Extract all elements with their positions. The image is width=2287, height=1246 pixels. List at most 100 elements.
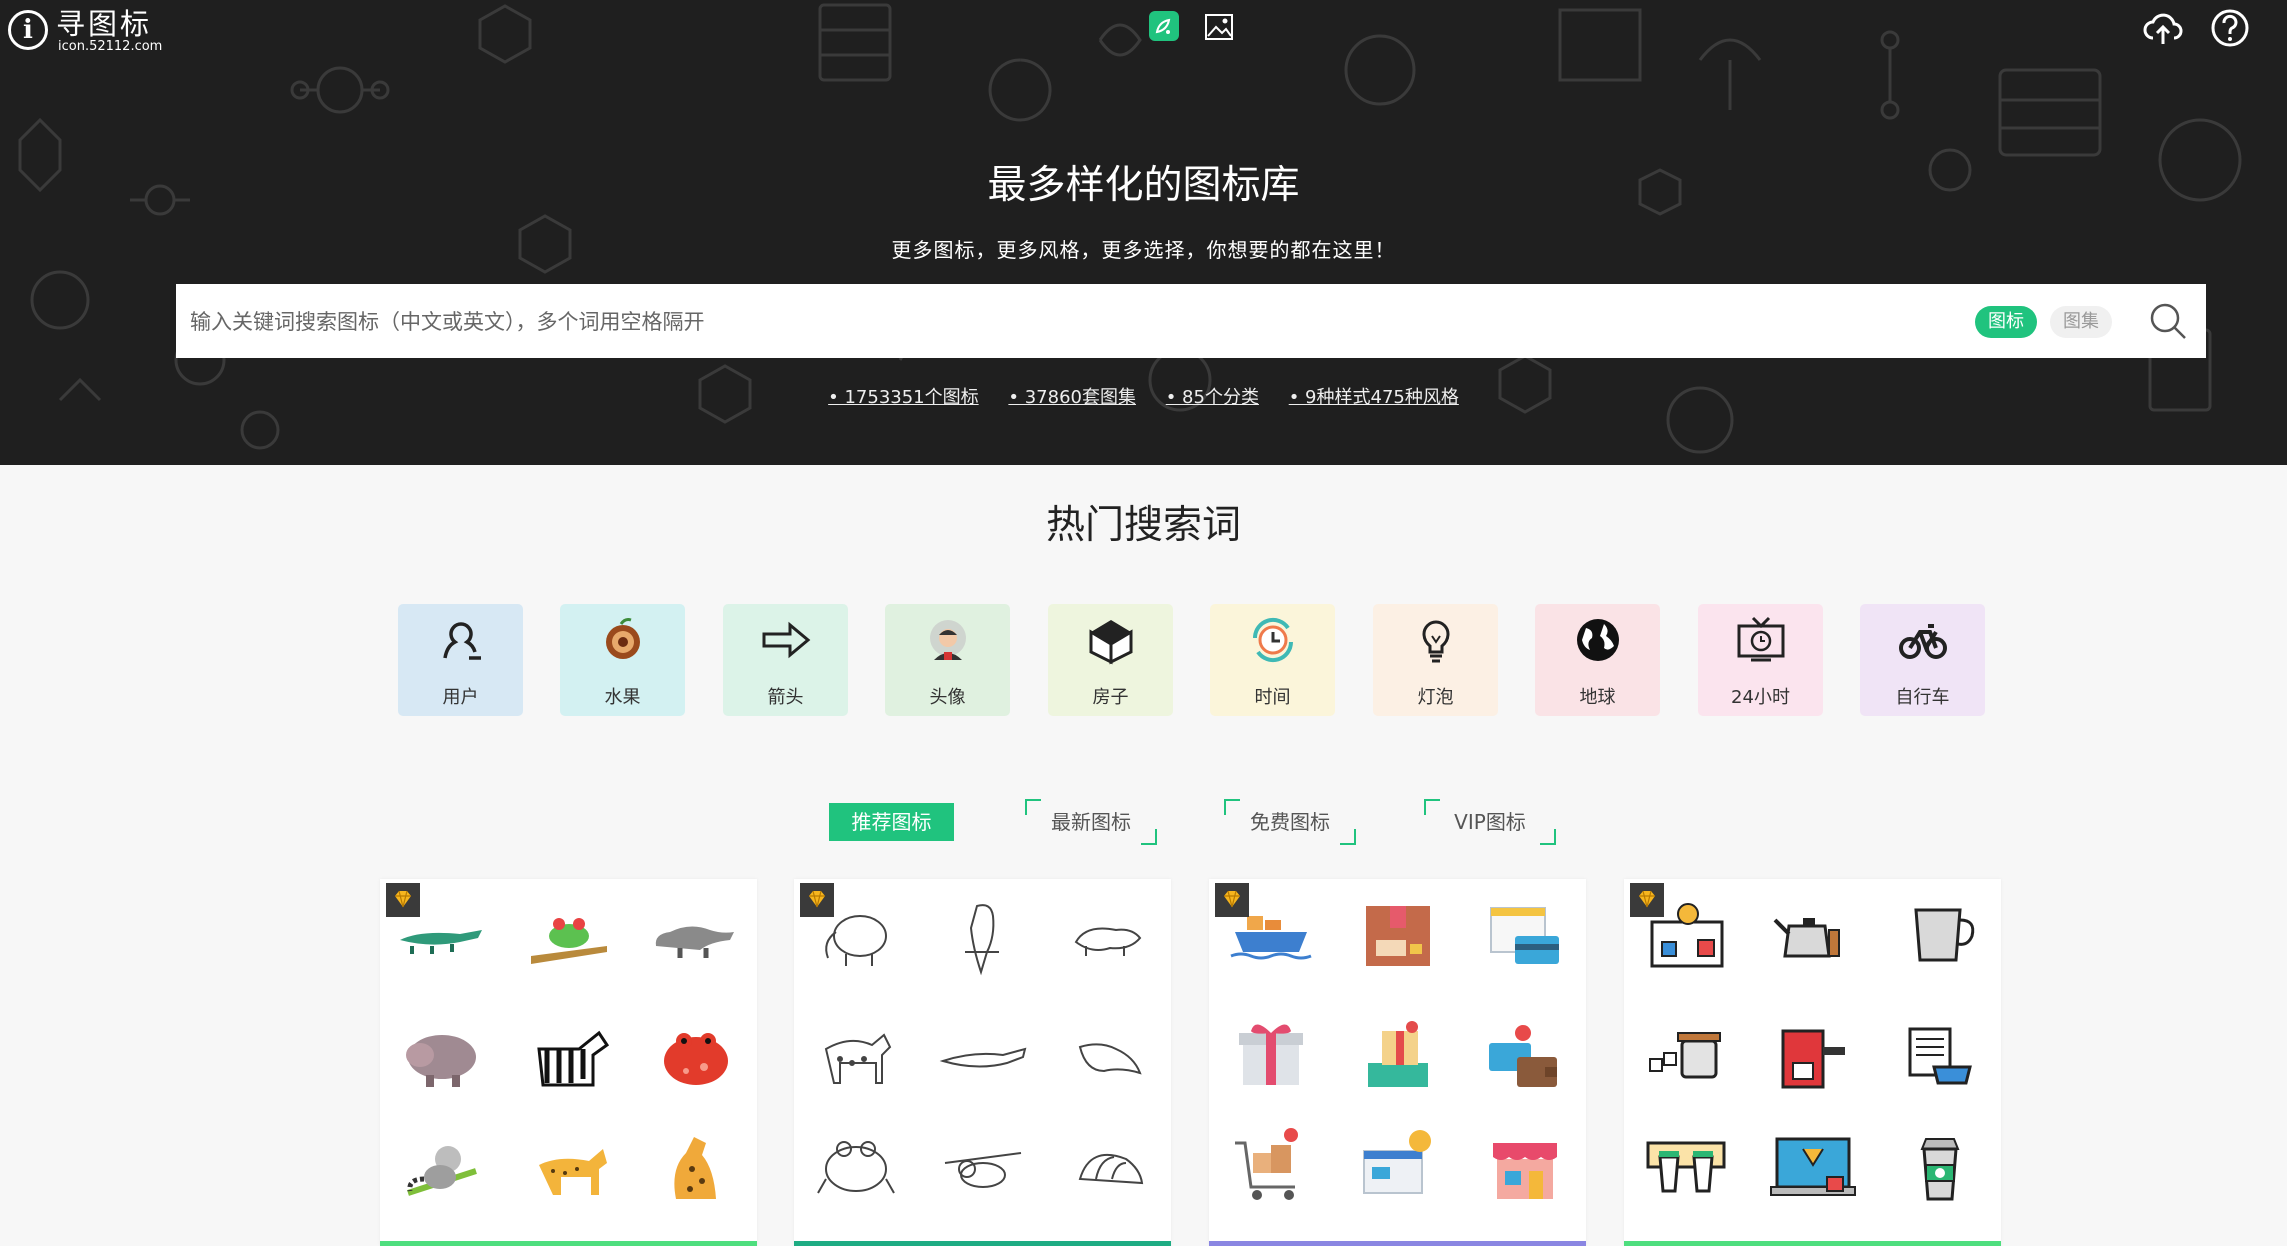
globe-icon (1577, 619, 1619, 661)
stat-sets-count[interactable]: • 37860套图集 (1008, 383, 1136, 409)
tab-free[interactable]: 免费图标 (1224, 799, 1356, 845)
milk-jug-icon (1914, 908, 1975, 962)
hot-item-avatar[interactable]: 头像 (885, 604, 1010, 716)
red-frog-icon (664, 1033, 728, 1085)
bicycle-icon (1899, 624, 1947, 659)
stat-categories-count[interactable]: • 85个分类 (1166, 383, 1259, 409)
vip-diamond-icon (386, 883, 420, 917)
espresso-machine-icon (1781, 1029, 1845, 1089)
tab-corner-top (1224, 799, 1240, 815)
light-bulb-icon (1422, 620, 1450, 663)
help-icon[interactable] (2210, 8, 2250, 48)
weasel-icon (1078, 1043, 1142, 1075)
gift-box-icon (1239, 1024, 1303, 1085)
hot-item-globe[interactable]: 地球 (1535, 604, 1660, 716)
hot-item-fruit[interactable]: 水果 (560, 604, 685, 716)
illustration-icon[interactable] (1148, 10, 1180, 42)
icon-set-card-animals-flat[interactable] (380, 879, 757, 1246)
search-scope-sets[interactable]: 图集 (2050, 306, 2112, 338)
site-logo[interactable]: i 寻图标 icon.52112.com (8, 6, 173, 56)
hot-item-label: 房子 (1092, 687, 1129, 708)
house-icon (1089, 620, 1133, 665)
icon-set-preview (817, 904, 1144, 1194)
icon-set-preview (1646, 903, 1975, 1201)
store-icon (1493, 1143, 1557, 1199)
icon-set-card-shopping[interactable] (1209, 879, 1586, 1246)
frog-icon (531, 918, 607, 964)
arrow-icon (762, 621, 811, 659)
crocodile-icon (400, 930, 482, 954)
image-icon[interactable] (1204, 12, 1234, 42)
tab-latest[interactable]: 最新图标 (1025, 799, 1157, 845)
alligator-icon (939, 1047, 1027, 1068)
card-accent-bar (1624, 1241, 2001, 1246)
gift-coupon-icon (1368, 1021, 1428, 1087)
stat-icons-count[interactable]: • 1753351个图标 (828, 383, 979, 409)
wallet-icon (1489, 1025, 1557, 1087)
hot-item-arrow[interactable]: 箭头 (723, 604, 848, 716)
upload-icon[interactable] (2143, 10, 2183, 46)
icon-set-card-animals-outline[interactable] (794, 879, 1171, 1246)
takeaway-cups-icon (1646, 1141, 1726, 1193)
icon-set-card-coffee[interactable] (1624, 879, 2001, 1246)
tab-corner-bottom (1141, 829, 1157, 845)
hot-item-label: 地球 (1579, 687, 1616, 708)
tv-24h-icon (1737, 616, 1785, 662)
toad-icon (817, 1141, 895, 1194)
card-accent-bar (794, 1241, 1171, 1246)
newspaper-coffee-icon (1908, 1027, 1972, 1085)
hot-search-title: 热门搜索词 (1045, 503, 1241, 548)
logo-mark: i (8, 10, 48, 50)
hot-item-label: 24小时 (1731, 687, 1790, 708)
tab-vip[interactable]: VIP图标 (1424, 799, 1556, 845)
search-scope-icons[interactable]: 图标 (1975, 306, 2037, 338)
stat-styles-count[interactable]: • 9种样式475种风格 (1289, 383, 1459, 409)
sloth-icon (944, 1152, 1022, 1188)
user-icon (443, 622, 481, 660)
tab-corner-top (1424, 799, 1440, 815)
search-bar: 图标 图集 (176, 284, 2206, 360)
vip-diamond-icon (1630, 883, 1664, 917)
avatar-icon (930, 620, 966, 660)
tab-vip-label: VIP图标 (1454, 810, 1526, 834)
shopping-cart-icon (1235, 1128, 1298, 1200)
browser-payment-icon (1363, 1130, 1431, 1194)
logo-name: 寻图标 (56, 7, 153, 41)
hot-item-label: 自行车 (1895, 687, 1950, 708)
search-icon[interactable] (2148, 301, 2188, 341)
hot-item-label: 箭头 (767, 687, 804, 708)
tapir-icon (1074, 927, 1142, 956)
hot-item-24h[interactable]: 24小时 (1698, 604, 1823, 716)
hot-item-house[interactable]: 房子 (1048, 604, 1173, 716)
tab-free-label: 免费图标 (1250, 810, 1330, 834)
hot-item-label: 时间 (1254, 687, 1291, 708)
leopard-icon (674, 1137, 716, 1199)
hero-banner: i 寻图标 icon.52112.com 最多样化的图标库 更多图标，更多风格，… (0, 0, 2287, 465)
clock-icon (1252, 617, 1294, 663)
tab-corner-bottom (1540, 829, 1556, 845)
package-box-icon (1366, 906, 1430, 966)
hot-item-user[interactable]: 用户 (398, 604, 523, 716)
card-accent-bar (1209, 1241, 1586, 1246)
fruit-icon (606, 618, 640, 659)
hippo-icon (406, 1035, 476, 1087)
coffee-laptop-icon (1770, 1137, 1856, 1196)
tab-latest-label: 最新图标 (1051, 810, 1131, 834)
hot-item-label: 灯泡 (1417, 687, 1454, 708)
kettle-icon (1773, 918, 1840, 958)
search-input[interactable] (188, 284, 1892, 360)
anteater-icon (655, 926, 734, 958)
card-accent-bar (380, 1241, 757, 1246)
cargo-ship-icon (1230, 916, 1312, 960)
tab-corner-top (1025, 799, 1041, 815)
hot-item-light-bulb[interactable]: 灯泡 (1373, 604, 1498, 716)
site-stats: • 1753351个图标 • 37860套图集 • 85个分类 • 9种样式47… (0, 383, 2287, 409)
hero-subtitle: 更多图标，更多风格，更多选择，你想要的都在这里！ (891, 238, 1396, 262)
card-payment-icon (1490, 907, 1559, 964)
sugar-jar-icon (1649, 1032, 1721, 1079)
hot-item-bicycle[interactable]: 自行车 (1860, 604, 1985, 716)
tab-recommended[interactable]: 推荐图标 (829, 803, 954, 841)
icon-set-preview (1230, 906, 1559, 1200)
elephant-icon (825, 915, 887, 966)
hot-item-time[interactable]: 时间 (1210, 604, 1335, 716)
